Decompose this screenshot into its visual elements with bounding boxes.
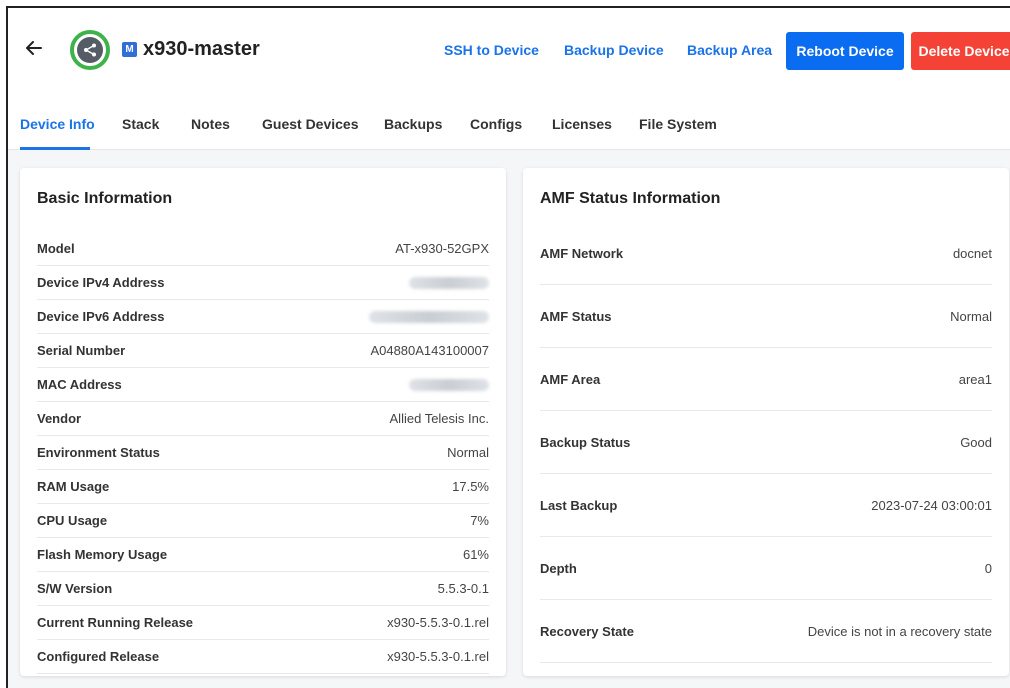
row-label: Recovery State: [540, 623, 634, 639]
row-label: Backup Status: [540, 434, 631, 450]
amf-row: AMF Area area1: [540, 348, 992, 411]
redacted-mac-value: [409, 378, 489, 391]
info-row: Device IPv6 Address: [37, 300, 489, 334]
info-row: Vendor Allied Telesis Inc.: [37, 402, 489, 436]
info-row: RAM Usage 17.5%: [37, 470, 489, 504]
row-value: Good: [960, 434, 992, 450]
tab-notes[interactable]: Notes: [191, 116, 230, 132]
row-label: Depth: [540, 560, 577, 576]
amf-status-title: AMF Status Information: [540, 190, 721, 207]
row-label: AMF Network: [540, 245, 624, 261]
amf-status-card: AMF Status Information AMF Network docne…: [523, 168, 1009, 676]
amf-row: AMF Network docnet: [540, 222, 992, 285]
amf-row: Backup Status Good: [540, 411, 992, 474]
redacted-ipv4-value: [409, 276, 489, 289]
row-label: RAM Usage: [37, 479, 110, 494]
ssh-to-device-link[interactable]: SSH to Device: [444, 42, 539, 58]
row-label: Serial Number: [37, 343, 126, 358]
row-label: Environment Status: [37, 445, 160, 460]
backup-device-link[interactable]: Backup Device: [564, 42, 664, 58]
info-row: CPU Usage 7%: [37, 504, 489, 538]
master-badge: M: [122, 42, 137, 57]
row-value: Normal: [950, 308, 992, 324]
tab-file-system[interactable]: File System: [639, 116, 717, 132]
info-row: Configured Release x930-5.5.3-0.1.rel: [37, 640, 489, 674]
content-area: Basic Information Model AT-x930-52GPX De…: [8, 150, 1010, 688]
info-row: Model AT-x930-52GPX: [37, 232, 489, 266]
info-row: Current Running Release x930-5.5.3-0.1.r…: [37, 606, 489, 640]
row-value: area1: [958, 371, 992, 387]
backup-area-link[interactable]: Backup Area: [687, 42, 772, 58]
amf-row: AMF Status Normal: [540, 285, 992, 348]
amf-row: Last Backup 2023-07-24 03:00:01: [540, 474, 992, 537]
tab-device-info[interactable]: Device Info: [20, 116, 95, 132]
tab-bar: Device Info Stack Notes Guest Devices Ba…: [8, 108, 1010, 150]
row-value: A04880A143100007: [370, 343, 489, 358]
tab-guest-devices[interactable]: Guest Devices: [262, 116, 359, 132]
row-label: Model: [37, 241, 75, 256]
delete-device-button[interactable]: Delete Device: [911, 32, 1010, 70]
amf-row: Recovery State Device is not in a recove…: [540, 600, 992, 663]
info-row: Device IPv4 Address: [37, 266, 489, 300]
tab-licenses[interactable]: Licenses: [552, 116, 612, 132]
info-row: Flash Memory Usage 61%: [37, 538, 489, 572]
reboot-device-button[interactable]: Reboot Device: [786, 32, 904, 70]
tab-backups[interactable]: Backups: [384, 116, 442, 132]
row-value: AT-x930-52GPX: [395, 241, 489, 256]
app-frame: M x930-master SSH to Device Backup Devic…: [6, 6, 1010, 688]
row-value: 61%: [462, 547, 489, 562]
row-label: MAC Address: [37, 377, 122, 392]
row-value: Allied Telesis Inc.: [389, 411, 489, 426]
row-label: S/W Version: [37, 581, 113, 596]
row-value: 17.5%: [452, 479, 489, 494]
row-value: Normal: [447, 445, 489, 460]
row-label: Last Backup: [540, 497, 618, 513]
row-label: Vendor: [37, 411, 82, 426]
tab-stack[interactable]: Stack: [122, 116, 159, 132]
basic-information-title: Basic Information: [37, 190, 173, 207]
redacted-ipv6-value: [369, 310, 489, 323]
basic-information-card: Basic Information Model AT-x930-52GPX De…: [20, 168, 506, 676]
row-value: 7%: [470, 513, 489, 528]
info-row: Serial Number A04880A143100007: [37, 334, 489, 368]
amf-row: Depth 0: [540, 537, 992, 600]
row-value: x930-5.5.3-0.1.rel: [387, 649, 489, 664]
device-header: M x930-master SSH to Device Backup Devic…: [8, 8, 1010, 94]
row-value: docnet: [952, 245, 992, 261]
row-value: 0: [984, 560, 992, 576]
device-title: x930-master: [143, 38, 260, 60]
row-value: 2023-07-24 03:00:01: [871, 497, 992, 513]
row-value: 5.5.3-0.1: [437, 581, 489, 596]
info-row: S/W Version 5.5.3-0.1: [37, 572, 489, 606]
share-icon: [77, 37, 103, 63]
row-label: Device IPv4 Address: [37, 275, 165, 290]
row-label: CPU Usage: [37, 513, 108, 528]
info-row: MAC Address: [37, 368, 489, 402]
arrow-left-icon[interactable]: [24, 38, 44, 58]
tab-configs[interactable]: Configs: [470, 116, 522, 132]
row-label: Current Running Release: [37, 615, 194, 630]
row-label: Flash Memory Usage: [37, 547, 168, 562]
row-label: Device IPv6 Address: [37, 309, 165, 324]
row-value: x930-5.5.3-0.1.rel: [387, 615, 489, 630]
info-row: Environment Status Normal: [37, 436, 489, 470]
row-label: Configured Release: [37, 649, 160, 664]
row-label: AMF Area: [540, 371, 601, 387]
row-value: Device is not in a recovery state: [807, 623, 992, 639]
row-label: AMF Status: [540, 308, 612, 324]
device-status-indicator: [70, 30, 110, 70]
